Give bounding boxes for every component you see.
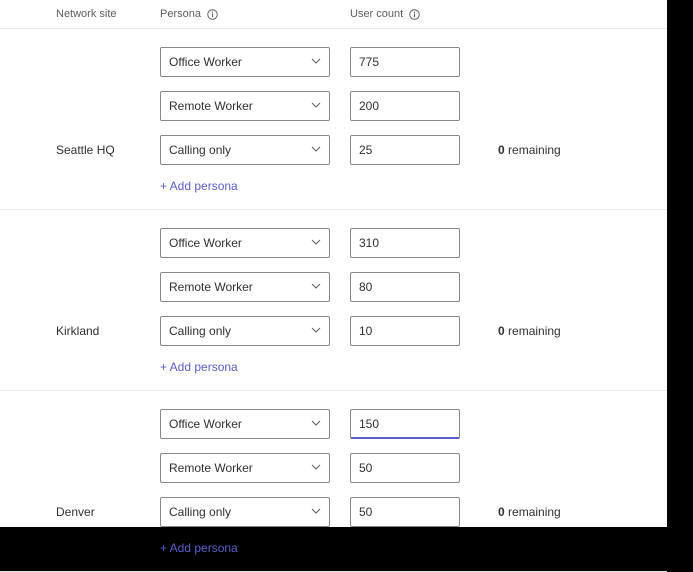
user-count-input[interactable] <box>350 135 460 165</box>
site-block: Office Worker Remote Worker <box>0 29 667 210</box>
site-name: Kirkland <box>0 324 160 338</box>
persona-select-value: Calling only <box>169 324 231 338</box>
persona-select-value: Calling only <box>169 143 231 157</box>
header-label: User count <box>350 8 403 20</box>
chevron-down-icon <box>311 324 321 338</box>
info-icon[interactable] <box>207 9 218 20</box>
persona-select[interactable]: Office Worker <box>160 228 330 258</box>
persona-select-value: Remote Worker <box>169 99 253 113</box>
remaining-label: 0 remaining <box>480 505 561 519</box>
chevron-down-icon <box>311 417 321 431</box>
persona-select[interactable]: Calling only <box>160 135 330 165</box>
persona-select-value: Office Worker <box>169 417 242 431</box>
header-label: Network site <box>56 8 117 20</box>
remaining-text: remaining <box>508 324 561 338</box>
persona-row: Office Worker <box>0 391 667 439</box>
add-persona-link[interactable]: + Add persona <box>160 165 238 203</box>
info-icon[interactable] <box>409 9 420 20</box>
header-user-count: User count <box>350 8 510 20</box>
table-header: Network site Persona User count <box>0 0 667 29</box>
persona-row: Remote Worker <box>0 439 667 483</box>
persona-select[interactable]: Remote Worker <box>160 91 330 121</box>
user-count-input[interactable] <box>350 228 460 258</box>
remaining-count: 0 <box>498 143 505 157</box>
remaining-count: 0 <box>498 505 505 519</box>
chevron-down-icon <box>311 236 321 250</box>
site-name: Seattle HQ <box>0 143 160 157</box>
user-count-input[interactable] <box>350 497 460 527</box>
header-label: Persona <box>160 8 201 20</box>
user-count-input[interactable] <box>350 453 460 483</box>
add-persona-link[interactable]: + Add persona <box>160 527 238 565</box>
header-network-site: Network site <box>0 8 160 20</box>
user-count-input[interactable] <box>350 91 460 121</box>
persona-select[interactable]: Remote Worker <box>160 453 330 483</box>
persona-allocation-panel: Network site Persona User count Office W… <box>0 0 667 527</box>
persona-select[interactable]: Calling only <box>160 497 330 527</box>
persona-select-value: Office Worker <box>169 55 242 69</box>
chevron-down-icon <box>311 461 321 475</box>
site-list: Office Worker Remote Worker <box>0 29 667 572</box>
chevron-down-icon <box>311 99 321 113</box>
persona-row: Office Worker <box>0 210 667 258</box>
persona-select[interactable]: Remote Worker <box>160 272 330 302</box>
remaining-label: 0 remaining <box>480 143 561 157</box>
persona-row: Remote Worker <box>0 77 667 121</box>
user-count-input[interactable] <box>350 316 460 346</box>
persona-select-value: Remote Worker <box>169 461 253 475</box>
remaining-count: 0 <box>498 324 505 338</box>
chevron-down-icon <box>311 55 321 69</box>
persona-select[interactable]: Office Worker <box>160 47 330 77</box>
persona-select-value: Calling only <box>169 505 231 519</box>
user-count-input[interactable] <box>350 272 460 302</box>
persona-row: Kirkland Calling only 0 remaining <box>0 302 667 346</box>
user-count-input[interactable] <box>350 47 460 77</box>
remaining-text: remaining <box>508 143 561 157</box>
persona-select[interactable]: Office Worker <box>160 409 330 439</box>
chevron-down-icon <box>311 505 321 519</box>
persona-select[interactable]: Calling only <box>160 316 330 346</box>
persona-select-value: Office Worker <box>169 236 242 250</box>
site-block: Office Worker Remote Worker <box>0 210 667 391</box>
site-block: Office Worker Remote Worker <box>0 391 667 572</box>
user-count-input[interactable] <box>350 409 460 439</box>
persona-row: Remote Worker <box>0 258 667 302</box>
chevron-down-icon <box>311 280 321 294</box>
remaining-label: 0 remaining <box>480 324 561 338</box>
remaining-text: remaining <box>508 505 561 519</box>
persona-row: Seattle HQ Calling only 0 remaining <box>0 121 667 165</box>
persona-row: Denver Calling only 0 remaining <box>0 483 667 527</box>
persona-select-value: Remote Worker <box>169 280 253 294</box>
header-persona: Persona <box>160 8 350 20</box>
site-name: Denver <box>0 505 160 519</box>
persona-row: Office Worker <box>0 29 667 77</box>
add-persona-link[interactable]: + Add persona <box>160 346 238 384</box>
chevron-down-icon <box>311 143 321 157</box>
